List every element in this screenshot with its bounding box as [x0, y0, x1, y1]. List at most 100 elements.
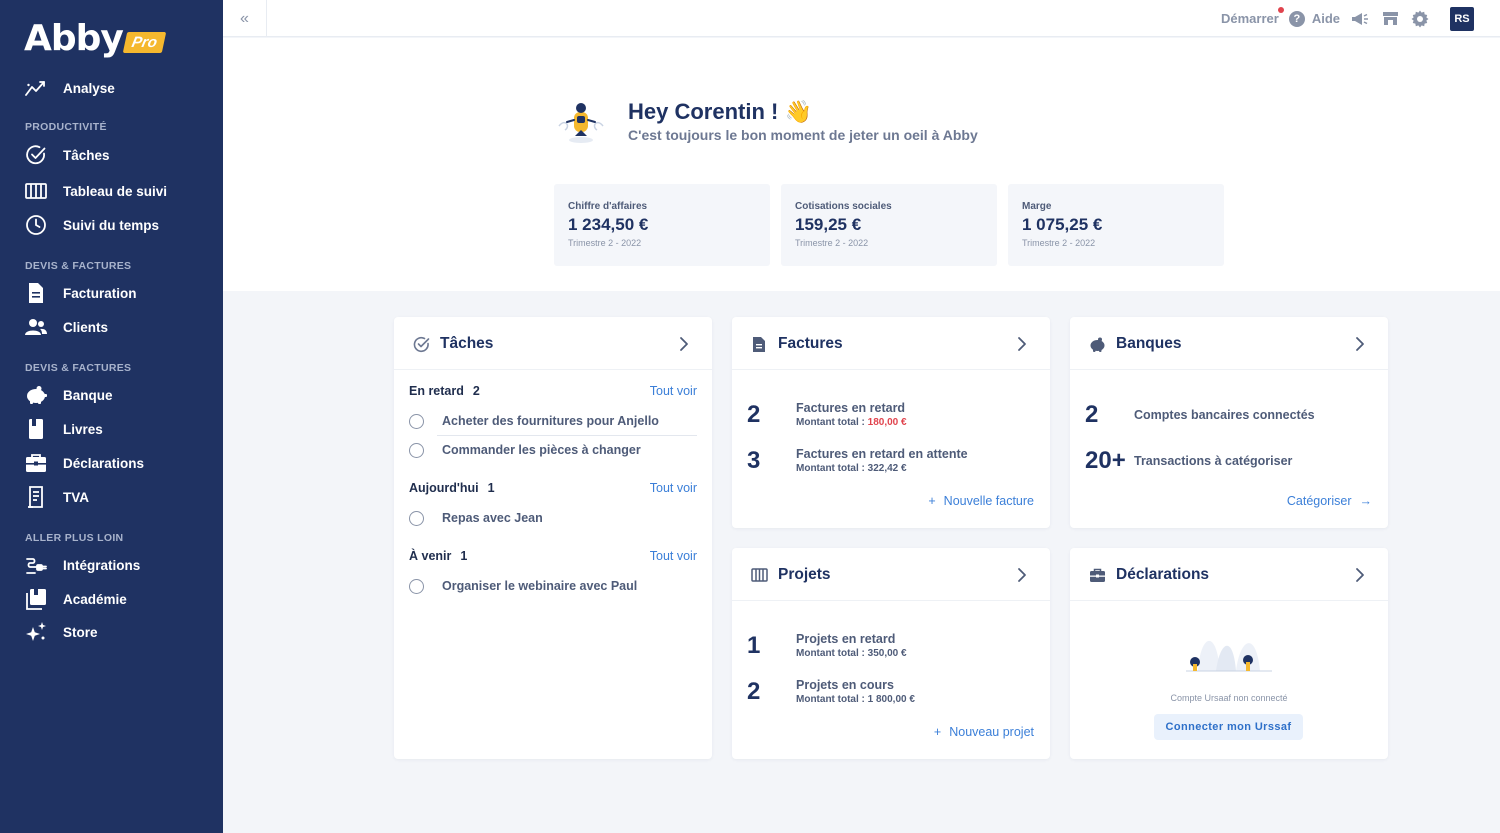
sidebar-item-label: Livres	[63, 421, 103, 437]
see-all-link[interactable]: Tout voir	[650, 481, 697, 495]
task-item[interactable]: Commander les pièces à changer	[409, 438, 697, 462]
sidebar-item-academie[interactable]: Académie	[24, 586, 127, 612]
kanban-icon	[750, 566, 768, 584]
task-checkbox[interactable]	[409, 442, 424, 458]
help-icon: ?	[1288, 10, 1305, 27]
logo-pro-badge: Pro	[122, 32, 167, 53]
collapse-sidebar-button[interactable]: «	[223, 0, 267, 37]
sidebar-item-taches[interactable]: Tâches	[24, 142, 110, 168]
help-label: Aide	[1311, 11, 1340, 26]
metric-comptes-connectes[interactable]: 2 Comptes bancaires connectés	[1085, 401, 1373, 437]
stat-period: Trimestre 2 - 2022	[795, 238, 869, 248]
kanban-icon	[24, 179, 48, 203]
plus-icon: +	[933, 725, 942, 739]
task-item[interactable]: Organiser le webinaire avec Paul	[409, 574, 697, 598]
top-bar-actions: Démarrer ? Aide RS	[1221, 0, 1474, 37]
sidebar-item-label: Déclarations	[63, 455, 145, 471]
section-name: En retard	[409, 384, 464, 398]
stat-value: 1 075,25 €	[1022, 215, 1103, 234]
start-link[interactable]: Démarrer	[1221, 7, 1284, 26]
card-header: Factures	[732, 317, 1050, 370]
see-all-link[interactable]: Tout voir	[650, 549, 697, 563]
sidebar-item-label: TVA	[63, 489, 89, 505]
task-section-en-retard: En retard 2 Tout voir	[409, 384, 697, 398]
task-item[interactable]: Repas avec Jean	[409, 506, 697, 530]
stat-period: Trimestre 2 - 2022	[1022, 238, 1096, 248]
metric-factures-en-attente[interactable]: 3 Factures en retard en attente Montant …	[747, 447, 1035, 483]
sidebar-item-declarations[interactable]: Déclarations	[24, 450, 144, 476]
declarations-card: Déclarations Compte Ursaaf non connecté …	[1070, 548, 1388, 759]
stat-label: Marge	[1022, 201, 1052, 212]
piggy-bank-icon	[1088, 335, 1106, 353]
sidebar-item-livres[interactable]: Livres	[24, 416, 103, 442]
receipt-icon	[24, 485, 48, 509]
metric-title: Factures en retard	[796, 401, 906, 415]
task-item[interactable]: Acheter des fournitures pour Anjello	[409, 409, 697, 433]
stat-period: Trimestre 2 - 2022	[568, 238, 642, 248]
metric-title: Projets en retard	[796, 632, 896, 646]
see-all-link[interactable]: Tout voir	[650, 384, 697, 398]
sidebar-item-tableau-de-suivi[interactable]: Tableau de suivi	[24, 178, 167, 204]
sidebar-item-integrations[interactable]: Intégrations	[24, 552, 140, 578]
metric-title: Transactions à catégoriser	[1134, 454, 1293, 468]
section-label-aller-plus-loin: ALLER PLUS LOIN	[25, 532, 124, 544]
gear-icon[interactable]	[1410, 9, 1430, 29]
briefcase-icon	[24, 451, 48, 475]
metric-sub-amount: 322,42 €	[867, 463, 907, 474]
chevron-right-icon[interactable]	[674, 334, 694, 354]
trend-icon	[24, 76, 48, 100]
sidebar-item-clients[interactable]: Clients	[24, 314, 108, 340]
chevron-right-icon[interactable]	[1350, 334, 1370, 354]
sidebar-item-store[interactable]: Store	[24, 619, 98, 645]
section-label-devis-factures: DEVIS & FACTURES	[25, 260, 132, 272]
chevron-right-icon[interactable]	[1012, 334, 1032, 354]
sidebar-item-suivi-du-temps[interactable]: Suivi du temps	[24, 212, 159, 238]
metric-factures-en-retard[interactable]: 2 Factures en retard Montant total : 180…	[747, 401, 1035, 437]
card-header: Déclarations	[1070, 548, 1388, 601]
stat-card-chiffre-affaires[interactable]: Chiffre d'affaires 1 234,50 € Trimestre …	[554, 184, 770, 266]
sparkle-icon	[24, 620, 48, 644]
stat-card-marge[interactable]: Marge 1 075,25 € Trimestre 2 - 2022	[1008, 184, 1224, 266]
categorize-button[interactable]: Catégoriser →	[1287, 494, 1372, 508]
task-checkbox[interactable]	[409, 510, 424, 526]
start-label: Démarrer	[1221, 11, 1279, 26]
stat-card-cotisations[interactable]: Cotisations sociales 159,25 € Trimestre …	[781, 184, 997, 266]
action-label: Nouveau projet	[949, 725, 1034, 739]
abby-logo[interactable]: Abby Pro	[24, 18, 167, 59]
megaphone-icon[interactable]	[1350, 9, 1370, 29]
task-checkbox[interactable]	[409, 413, 424, 429]
chevron-right-icon[interactable]	[1012, 565, 1032, 585]
metric-projets-en-retard[interactable]: 1 Projets en retard Montant total : 350,…	[747, 632, 1035, 668]
section-count: 1	[460, 549, 468, 563]
card-title: Tâches	[440, 335, 494, 352]
section-name: À venir	[409, 549, 452, 563]
book-icon	[24, 417, 48, 441]
metric-subtitle: Montant total : 180,00 €	[796, 417, 907, 428]
task-checkbox[interactable]	[409, 578, 424, 594]
help-link[interactable]: ? Aide	[1288, 10, 1340, 27]
section-name: Aujourd'hui	[409, 481, 479, 495]
action-label: Nouvelle facture	[943, 494, 1034, 508]
sidebar-item-tva[interactable]: TVA	[24, 484, 89, 510]
card-title: Projets	[778, 566, 831, 583]
connect-urssaf-button[interactable]: Connecter mon Urssaf	[1154, 714, 1303, 740]
users-icon	[24, 315, 48, 339]
metric-projets-en-cours[interactable]: 2 Projets en cours Montant total : 1 800…	[747, 678, 1035, 714]
sidebar-item-analyse[interactable]: Analyse	[24, 75, 115, 101]
new-project-button[interactable]: + Nouveau projet	[934, 725, 1034, 739]
metric-transactions[interactable]: 20+ Transactions à catégoriser	[1085, 447, 1373, 483]
sidebar-item-label: Tableau de suivi	[63, 183, 168, 199]
sidebar: Abby Pro Analyse PRODUCTIVITÉ Tâches Tab…	[0, 0, 223, 833]
store-icon[interactable]	[1380, 9, 1400, 29]
chevron-right-icon[interactable]	[1350, 565, 1370, 585]
stat-value: 1 234,50 €	[568, 215, 649, 234]
stat-label: Cotisations sociales	[795, 201, 892, 212]
sidebar-item-banque[interactable]: Banque	[24, 382, 113, 408]
sidebar-item-facturation[interactable]: Facturation	[24, 280, 137, 306]
user-avatar[interactable]: RS	[1450, 6, 1474, 31]
metric-sub-prefix: Montant total :	[796, 417, 868, 428]
task-label: Acheter des fournitures pour Anjello	[442, 414, 659, 428]
document-icon	[24, 281, 48, 305]
new-invoice-button[interactable]: + Nouvelle facture	[928, 494, 1034, 508]
check-circle-icon	[412, 335, 430, 353]
